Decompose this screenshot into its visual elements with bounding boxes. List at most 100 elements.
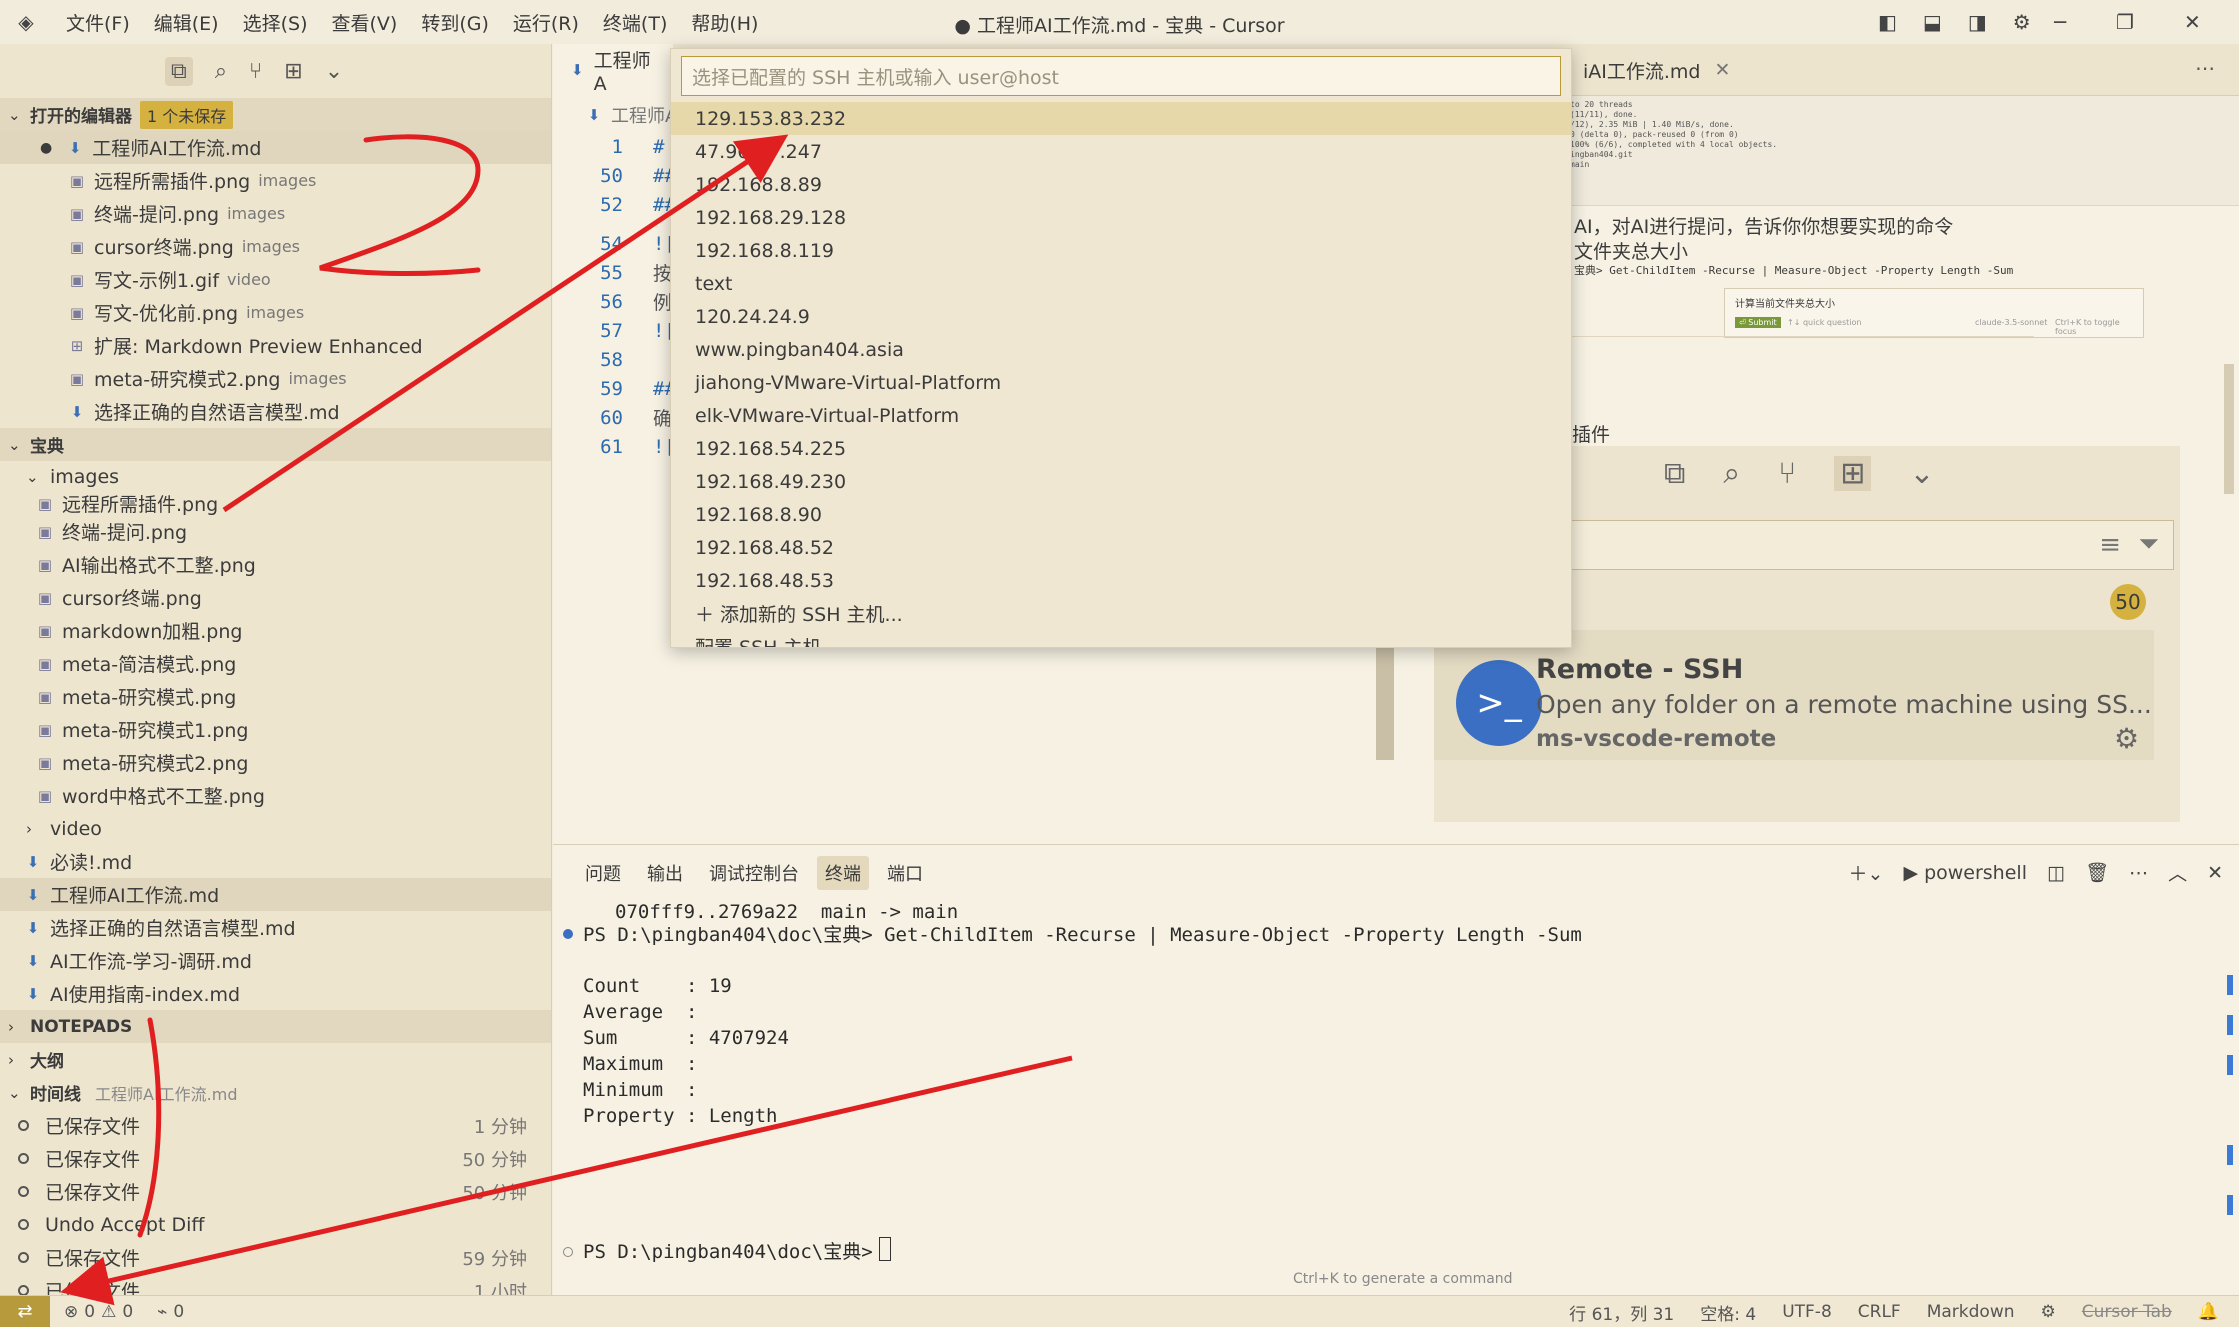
open-editor-item[interactable]: ⊞ 扩展: Markdown Preview Enhanced [0,329,551,362]
code-line[interactable]: 54 ![ [553,229,683,258]
more-actions-icon[interactable]: ⋯ [2129,862,2148,884]
ssh-host-option[interactable]: 192.168.54.225 [671,432,1571,465]
search-icon[interactable]: ⌕ [215,59,227,84]
file-item[interactable]: ▣ meta-简洁模式.png [0,647,551,680]
problems-indicator[interactable]: ⊗ 0 ⚠ 0 [64,1302,133,1322]
editor-scrollbar-thumb[interactable] [1376,644,1394,760]
timeline-item[interactable]: 已保存文件 50 分钟 [0,1175,551,1208]
notepads-header[interactable]: › NOTEPADS [0,1010,551,1043]
timeline-item[interactable]: 已保存文件 50 分钟 [0,1142,551,1175]
restore-icon[interactable]: ❐ [2116,10,2134,34]
explorer-icon[interactable]: ⧉ [165,56,193,86]
menu-terminal[interactable]: 终端(T) [591,9,679,36]
toggle-secondary-sidebar-icon[interactable]: ◨ [1968,10,1987,34]
cursor-settings-icon[interactable]: ⚙ [2041,1302,2056,1322]
ssh-host-option[interactable]: 192.168.29.128 [671,201,1571,234]
new-terminal-icon[interactable]: ＋⌄ [1849,859,1884,886]
cursor-tab-toggle[interactable]: Cursor Tab [2082,1302,2172,1322]
end-of-line[interactable]: CRLF [1858,1302,1901,1322]
indentation[interactable]: 空格: 4 [1700,1300,1756,1325]
trash-icon[interactable]: 🗑 [2085,861,2109,884]
source-control-icon[interactable]: ⑂ [249,59,262,84]
ssh-host-option[interactable]: 120.24.24.9 [671,300,1571,333]
ssh-host-option[interactable]: 192.168.8.89 [671,168,1571,201]
menu-file[interactable]: 文件(F) [54,9,142,36]
close-tab-icon[interactable]: ✕ [1715,59,1731,81]
split-terminal-icon[interactable]: ◫ [2047,862,2065,884]
settings-gear-icon[interactable]: ⚙ [2013,10,2031,34]
file-item[interactable]: ▣ markdown加粗.png [0,614,551,647]
ssh-host-option[interactable]: text [671,267,1571,300]
open-editor-item[interactable]: ▣ 远程所需插件.png images [0,164,551,197]
toggle-panel-icon[interactable]: ⬓ [1923,10,1942,34]
minimize-icon[interactable]: ─ [2054,10,2066,34]
code-line[interactable]: 1 # [553,132,683,161]
code-line[interactable]: 58 [553,345,683,374]
open-editor-item[interactable]: ▣ meta-研究模式2.png images [0,362,551,395]
language-mode[interactable]: Markdown [1927,1302,2015,1322]
timeline-header[interactable]: ⌄ 时间线 工程师AI工作流.md [0,1076,551,1109]
menu-help[interactable]: 帮助(H) [679,9,770,36]
file-item[interactable]: ▣ meta-研究模式.png [0,680,551,713]
code-line[interactable]: 61 ![ [553,432,683,461]
extensions-icon[interactable]: ⊞ [284,59,302,84]
menu-go[interactable]: 转到(G) [409,9,501,36]
timeline-item[interactable]: 已保存文件 59 分钟 [0,1241,551,1274]
tab-terminal[interactable]: 终端 [817,856,869,890]
open-editors-header[interactable]: ⌄ 打开的编辑器 1 个未保存 [0,98,551,131]
file-item[interactable]: ⬇ 工程师AI工作流.md [0,878,551,911]
open-editor-item[interactable]: ▣ 写文-优化前.png images [0,296,551,329]
terminal-shell-selector[interactable]: ▶ powershell [1903,862,2027,884]
folder-video[interactable]: › video [0,812,551,845]
file-item[interactable]: ⬇ 必读!.md [0,845,551,878]
tab-output[interactable]: 输出 [639,856,691,890]
open-editor-item[interactable]: ▣ 写文-示例1.gif video [0,263,551,296]
file-item[interactable]: ⬇ AI工作流-学习-调研.md [0,944,551,977]
file-item[interactable]: ▣ word中格式不工整.png [0,779,551,812]
open-editor-item[interactable]: ⬇ 选择正确的自然语言模型.md [0,395,551,428]
maximize-panel-icon[interactable]: ︿ [2168,859,2187,886]
ssh-host-option[interactable]: www.pingban404.asia [671,333,1571,366]
open-editor-item[interactable]: ▣ cursor终端.png images [0,230,551,263]
timeline-item[interactable]: 已保存文件 1 小时 [0,1274,551,1295]
unsaved-dot-icon[interactable]: ● [40,140,52,156]
tab-problems[interactable]: 问题 [577,856,629,890]
file-item[interactable]: ⬇ 选择正确的自然语言模型.md [0,911,551,944]
timeline-item[interactable]: 已保存文件 1 分钟 [0,1109,551,1142]
preview-scrollbar-thumb[interactable] [2224,364,2234,494]
ssh-host-option[interactable]: 192.168.48.53 [671,564,1571,597]
code-line[interactable]: 59 ## [553,374,683,403]
remote-indicator-button[interactable]: ⇄ [0,1295,50,1327]
menu-selection[interactable]: 选择(S) [231,9,320,36]
chevron-down-icon[interactable]: ⌄ [325,59,343,84]
menu-edit[interactable]: 编辑(E) [142,9,231,36]
code-line[interactable]: 56 例 [553,287,683,316]
tab-debug-console[interactable]: 调试控制台 [701,856,807,890]
file-item[interactable]: ▣ cursor终端.png [0,581,551,614]
menu-run[interactable]: 运行(R) [501,9,591,36]
ssh-host-option[interactable]: jiahong-VMware-Virtual-Platform [671,366,1571,399]
menu-view[interactable]: 查看(V) [320,9,410,36]
toggle-sidebar-icon[interactable]: ◧ [1878,10,1897,34]
folder-images[interactable]: ⌄ images [0,461,551,492]
more-actions-icon[interactable]: ⋯ [2195,56,2215,80]
terminal-prompt[interactable]: PS D:\pingban404\doc\宝典> [583,1237,884,1264]
tab-ports[interactable]: 端口 [879,856,931,890]
ssh-host-option[interactable]: elk-VMware-Virtual-Platform [671,399,1571,432]
outline-header[interactable]: › 大纲 [0,1043,551,1076]
preview-scrollbar[interactable] [2222,100,2236,840]
add-ssh-host-option[interactable]: ＋ 添加新的 SSH 主机... [671,597,1571,630]
open-editor-item[interactable]: ▣ 终端-提问.png images [0,197,551,230]
close-window-icon[interactable]: ✕ [2184,10,2201,34]
ssh-host-option[interactable]: 192.168.8.119 [671,234,1571,267]
open-editor-item[interactable]: ● ⬇ 工程师AI工作流.md [0,131,551,164]
workspace-header[interactable]: ⌄ 宝典 [0,428,551,461]
timeline-item[interactable]: Undo Accept Diff [0,1208,551,1241]
file-item[interactable]: ▣ meta-研究模式2.png [0,746,551,779]
tab-markdown-source[interactable]: ⬇ 工程师A [553,44,673,96]
cursor-position[interactable]: 行 61，列 31 [1569,1300,1674,1325]
code-line[interactable]: 52 ## [553,190,683,219]
file-item[interactable]: ▣ meta-研究模式1.png [0,713,551,746]
ssh-host-option[interactable]: 47.96.1 .247 [671,135,1571,168]
ssh-host-option[interactable]: 192.168.49.230 [671,465,1571,498]
